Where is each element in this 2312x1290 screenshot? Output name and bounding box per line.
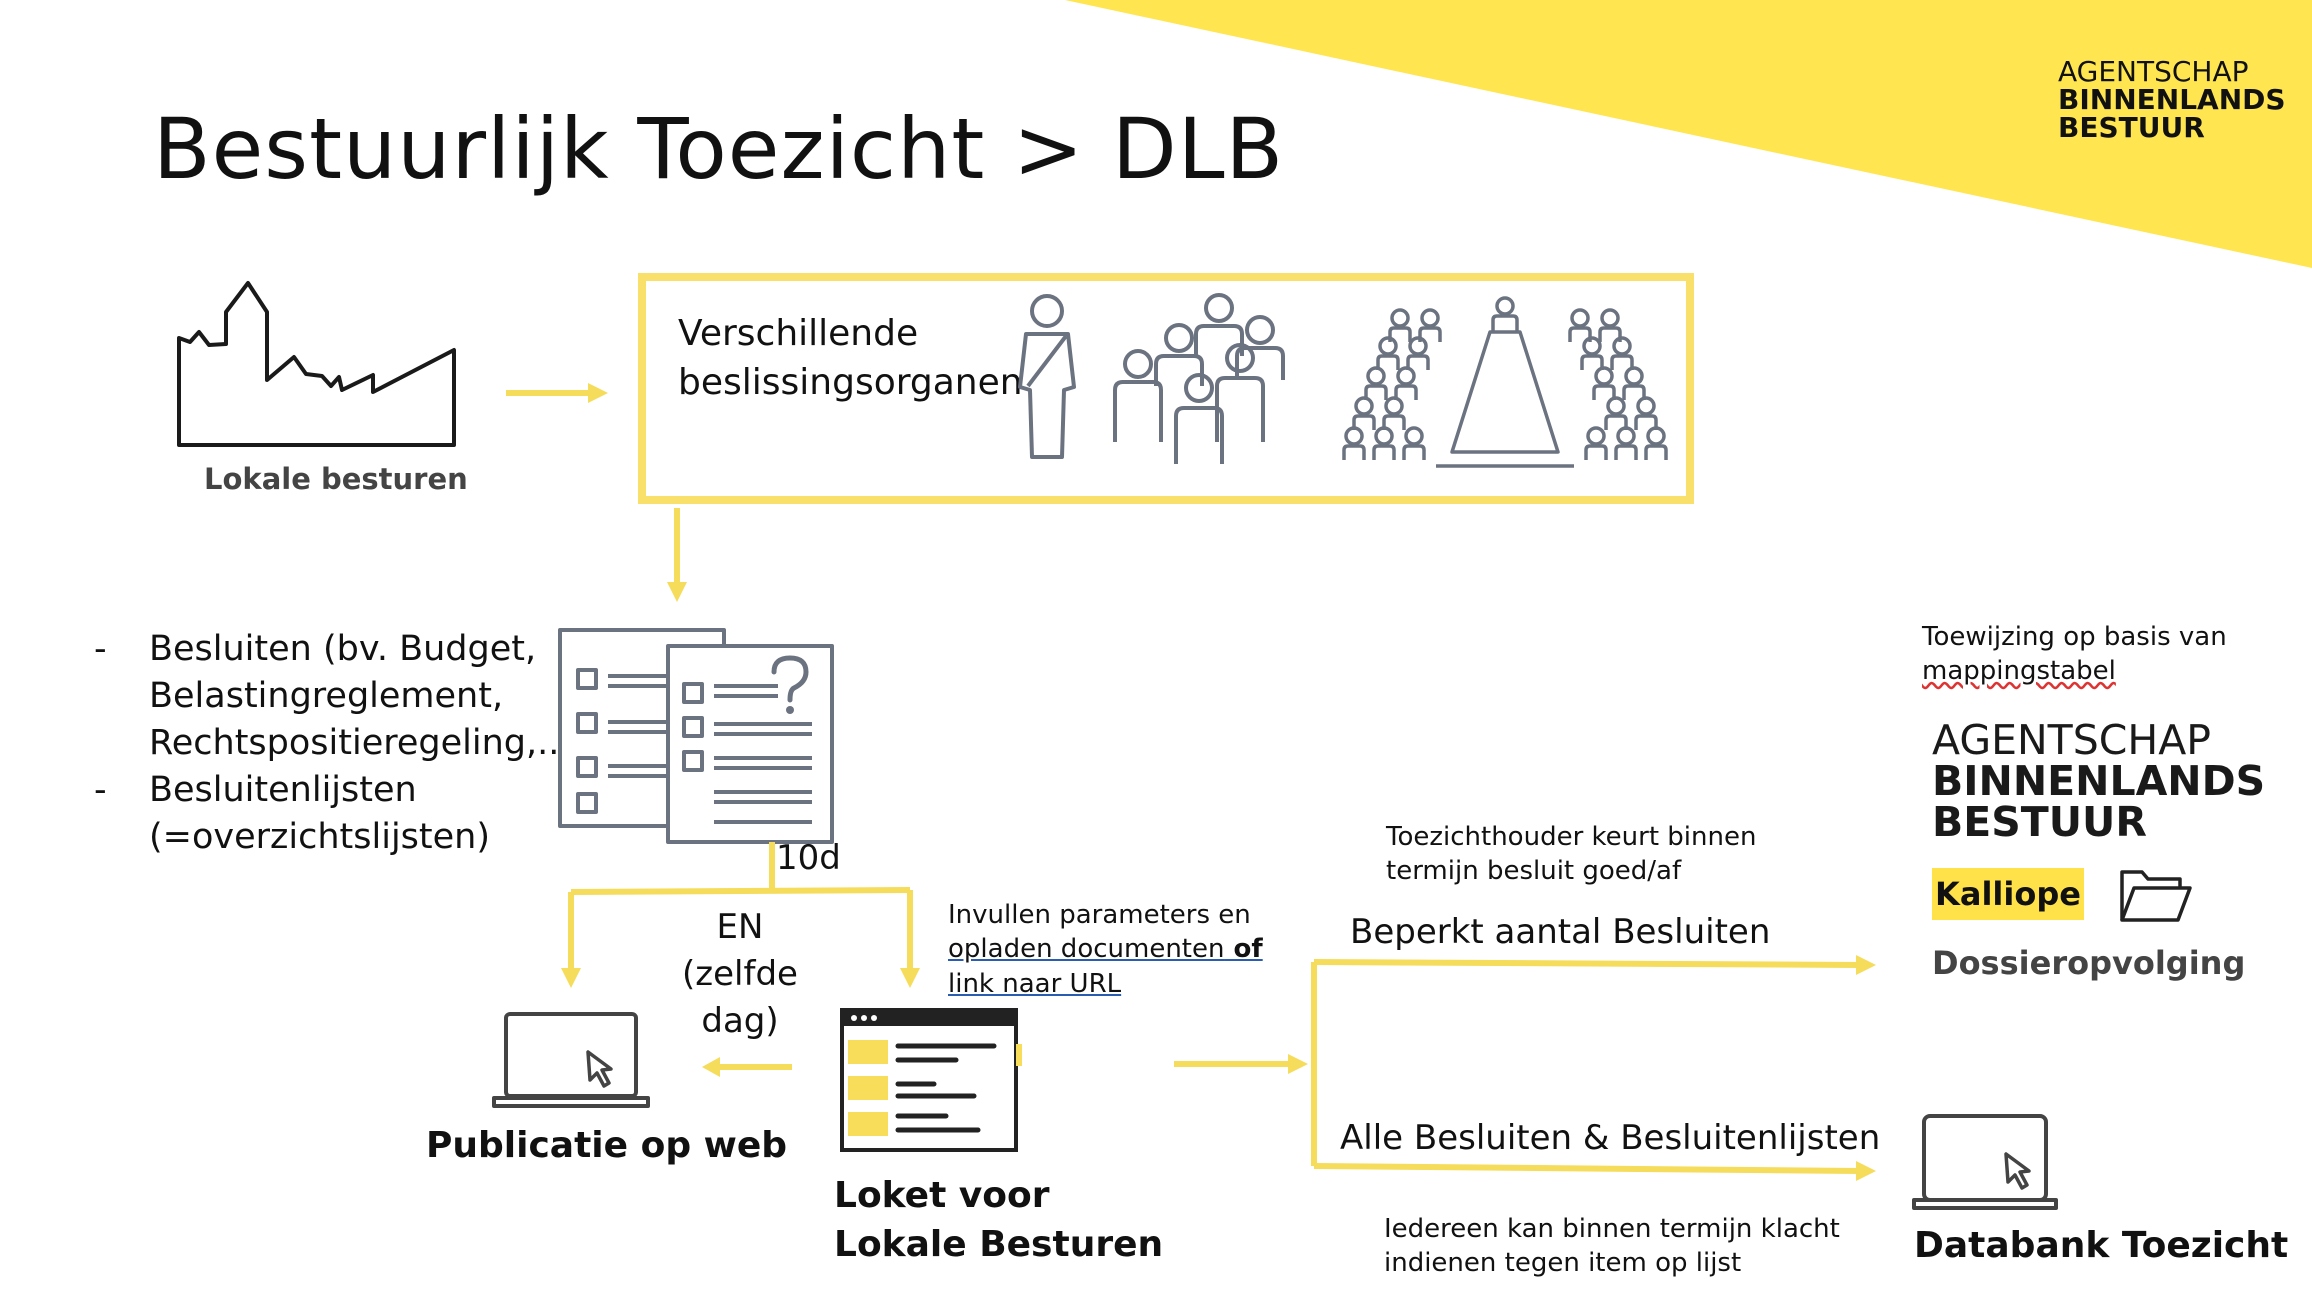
invullen-line-2-rest: of <box>1224 934 1263 965</box>
logo-line-3: BESTUUR <box>2058 111 2205 144</box>
lokale-besturen-label: Lokale besturen <box>204 462 468 496</box>
decisions-line: Rechtspositieregeling,... <box>149 722 571 763</box>
upload-documents-link[interactable]: opladen documenten <box>948 934 1224 964</box>
arrow-loket-to-split <box>1174 1054 1308 1074</box>
arrow-organs-to-documents <box>667 508 687 602</box>
databank-label: Databank Toezicht <box>1914 1225 2289 1266</box>
decisions-line: Besluiten (bv. Budget, <box>149 629 537 669</box>
decisions-list-item: Besluiten (bv. Budget, Belastingreglemen… <box>94 626 571 767</box>
toezichthouder-line-2: termijn besluit goed/af <box>1386 856 1682 887</box>
toewijzing-note: Toewijzing op basis van mappingstabel <box>1922 620 2227 689</box>
organs-label-line-1: Verschillende <box>678 313 919 354</box>
alle-label: Alle Besluiten & Besluitenlijsten <box>1340 1118 1881 1158</box>
invullen-note: Invullen parameters en opladen documente… <box>948 898 1263 1001</box>
same-day-line-2: (zelfde dag) <box>682 953 798 1041</box>
toezichthouder-note: Toezichthouder keurt binnen termijn besl… <box>1386 820 1756 889</box>
folder-icon <box>2120 870 2192 922</box>
decisions-list-item: Besluitenlijsten (=overzichtslijsten) <box>94 767 571 861</box>
toezichthouder-line-1: Toezichthouder keurt binnen <box>1386 822 1757 852</box>
loket-label-line-1: Loket voor <box>834 1175 1050 1216</box>
page-title: Bestuurlijk Toezicht > DLB <box>153 100 1285 198</box>
beperkt-label: Beperkt aantal Besluiten <box>1350 912 1771 952</box>
assembly-table-icon <box>1342 296 1668 468</box>
decisions-line: (=overzichtslijsten) <box>149 816 491 857</box>
publicatie-label: Publicatie op web <box>426 1125 788 1166</box>
invullen-line-3: link naar URL <box>948 967 1263 1001</box>
decisions-line: Besluitenlijsten <box>149 769 417 810</box>
kalliope-badge: Kalliope <box>1932 868 2084 920</box>
arrow-city-to-organs <box>506 383 608 403</box>
iedereen-note: Iedereen kan binnen termijn klacht indie… <box>1384 1212 1840 1281</box>
laptop-databank-icon <box>1912 1114 2058 1210</box>
toewijzing-line-2: mappingstabel <box>1922 654 2227 688</box>
url-link[interactable]: link naar URL <box>948 969 1121 999</box>
big-logo-line-3: BESTUUR <box>1932 798 2147 846</box>
mayor-person-icon <box>1018 294 1076 459</box>
invullen-line-1: Invullen parameters en <box>948 900 1251 930</box>
agency-logo-top: AGENTSCHAP BINNENLANDS BESTUUR <box>2058 58 2286 142</box>
same-day-line-1: EN <box>716 907 764 947</box>
city-skyline-icon <box>177 281 456 447</box>
logo-line-2: BINNENLANDS <box>2058 83 2286 116</box>
iedereen-line-1: Iedereen kan binnen termijn klacht <box>1384 1214 1840 1244</box>
toewijzing-line-1: Toewijzing op basis van <box>1922 622 2227 652</box>
arrow-loket-to-publication <box>702 1057 792 1077</box>
logo-line-1: AGENTSCHAP <box>2058 55 2249 88</box>
decisions-list: Besluiten (bv. Budget, Belastingreglemen… <box>94 626 571 860</box>
laptop-publication-icon <box>492 1012 650 1108</box>
agency-logo-large: AGENTSCHAP BINNENLANDS BESTUUR <box>1932 720 2265 843</box>
loket-label-line-2: Lokale Besturen <box>834 1223 1164 1265</box>
iedereen-line-2: indienen tegen item op lijst <box>1384 1248 1742 1279</box>
big-logo-line-1: AGENTSCHAP <box>1932 716 2211 764</box>
loket-window-icon <box>840 1008 1022 1152</box>
organs-box-label: Verschillende beslissingsorganen <box>678 310 1023 407</box>
organs-label-line-2: beslissingsorganen <box>678 361 1023 403</box>
documents-checklist-icon <box>558 628 834 844</box>
invullen-line-2: opladen documenten of <box>948 932 1263 966</box>
loket-label: Loket voor Lokale Besturen <box>834 1172 1163 1269</box>
dossieropvolging-label: Dossieropvolging <box>1932 944 2246 982</box>
big-logo-line-2: BINNENLANDS <box>1932 757 2266 805</box>
council-group-icon <box>1113 293 1285 464</box>
mappingstabel-text: mappingstabel <box>1922 656 2116 687</box>
same-day-label: EN (zelfde dag) <box>640 904 840 1045</box>
decisions-line: Belastingreglement, <box>149 675 504 716</box>
